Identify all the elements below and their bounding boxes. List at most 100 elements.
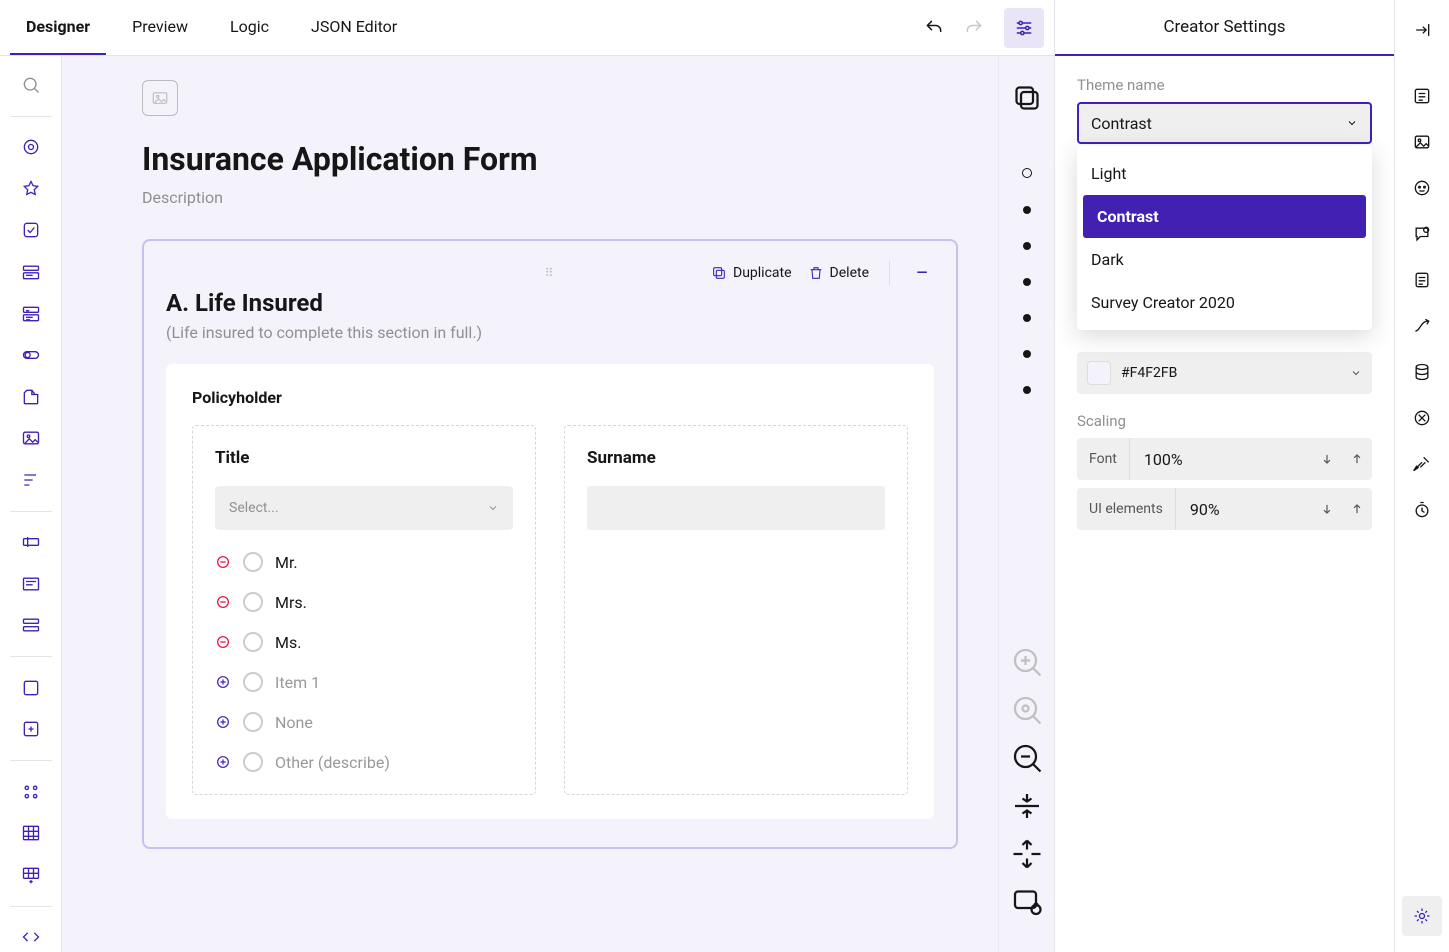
zoom-reset-button[interactable] bbox=[1009, 692, 1045, 728]
option-other[interactable]: Other (describe) bbox=[215, 752, 513, 772]
tab-validation[interactable] bbox=[1402, 398, 1442, 438]
tab-mask[interactable] bbox=[1402, 444, 1442, 484]
toolbox-boolean[interactable] bbox=[13, 340, 49, 370]
theme-name-select[interactable]: Contrast bbox=[1077, 102, 1372, 144]
survey-title[interactable]: Insurance Application Form bbox=[142, 140, 958, 178]
remove-icon[interactable] bbox=[215, 594, 231, 610]
toolbox-file[interactable] bbox=[13, 382, 49, 412]
font-scale-input[interactable]: Font 100% bbox=[1077, 438, 1372, 480]
theme-option-light[interactable]: Light bbox=[1077, 152, 1372, 195]
radio-icon bbox=[243, 632, 263, 652]
add-icon[interactable] bbox=[215, 674, 231, 690]
panel-title[interactable]: A. Life Insured bbox=[166, 289, 934, 317]
question-policyholder[interactable]: Policyholder Title Select... bbox=[166, 364, 934, 819]
page-indicator[interactable] bbox=[1023, 278, 1031, 286]
sub-question-title[interactable]: Title Select... Mr. bbox=[192, 425, 536, 795]
zoom-reset-icon bbox=[1009, 692, 1045, 728]
option-mrs[interactable]: Mrs. bbox=[215, 592, 513, 612]
collapse-button[interactable]: — bbox=[910, 265, 934, 281]
surname-input[interactable] bbox=[587, 486, 885, 530]
option-ms[interactable]: Ms. bbox=[215, 632, 513, 652]
tab-navigation[interactable] bbox=[1402, 260, 1442, 300]
toolbox-matrixdropdown[interactable] bbox=[13, 819, 49, 849]
tab-question[interactable] bbox=[1402, 214, 1442, 254]
tab-general[interactable] bbox=[1402, 76, 1442, 116]
question-label[interactable]: Policyholder bbox=[192, 388, 908, 407]
tab-logo[interactable] bbox=[1402, 122, 1442, 162]
theme-option-contrast[interactable]: Contrast bbox=[1083, 195, 1366, 238]
title-select[interactable]: Select... bbox=[215, 486, 513, 530]
toolbox-html[interactable] bbox=[13, 923, 49, 952]
tab-logic[interactable]: Logic bbox=[214, 0, 285, 55]
ui-scale-up[interactable] bbox=[1342, 488, 1372, 530]
option-new-item[interactable]: Item 1 bbox=[215, 672, 513, 692]
expand-all-button[interactable] bbox=[1009, 836, 1045, 872]
drag-handle-icon[interactable]: ⠿ bbox=[545, 266, 556, 280]
duplicate-button[interactable]: Duplicate bbox=[711, 265, 792, 281]
toolbox-rating[interactable] bbox=[13, 174, 49, 204]
option-label: Item 1 bbox=[275, 673, 320, 692]
add-icon[interactable] bbox=[215, 754, 231, 770]
settings-toggle-button[interactable] bbox=[1004, 8, 1044, 48]
toolbox-ranking[interactable] bbox=[13, 465, 49, 495]
toolbox-radiogroup[interactable] bbox=[13, 132, 49, 162]
panel-life-insured[interactable]: ⠿ Duplicate Delete — A. Life Insured bbox=[142, 239, 958, 849]
ui-scale-down[interactable] bbox=[1312, 488, 1342, 530]
toolbox-matrix[interactable] bbox=[13, 777, 49, 807]
lock-questions-button[interactable] bbox=[1009, 884, 1045, 920]
add-icon[interactable] bbox=[215, 714, 231, 730]
collapse-sidebar-button[interactable] bbox=[1402, 10, 1442, 50]
toolbox-checkbox[interactable] bbox=[13, 216, 49, 246]
tab-json-editor[interactable]: JSON Editor bbox=[295, 0, 413, 55]
delete-button[interactable]: Delete bbox=[808, 265, 869, 281]
remove-icon[interactable] bbox=[215, 554, 231, 570]
toolbox-multipletext[interactable] bbox=[13, 611, 49, 641]
tab-timer[interactable] bbox=[1402, 490, 1442, 530]
toolbox-image-picker[interactable] bbox=[13, 423, 49, 453]
page-indicator-current[interactable] bbox=[1022, 168, 1032, 178]
tab-designer[interactable]: Designer bbox=[10, 0, 106, 55]
remove-icon[interactable] bbox=[215, 634, 231, 650]
tab-conditions[interactable] bbox=[1402, 306, 1442, 346]
toolbox-matrixdynamic[interactable] bbox=[13, 860, 49, 890]
robot-icon bbox=[1412, 178, 1432, 198]
toolbox-paneldynamic[interactable] bbox=[13, 715, 49, 745]
zoom-in-button[interactable] bbox=[1009, 644, 1045, 680]
toolbox-text[interactable] bbox=[13, 527, 49, 557]
survey-description[interactable]: Description bbox=[142, 188, 958, 207]
panel-subtitle[interactable]: (Life insured to complete this section i… bbox=[166, 323, 934, 342]
copy-page-button[interactable] bbox=[1009, 80, 1045, 116]
tab-preview[interactable]: Preview bbox=[116, 0, 204, 55]
option-mr[interactable]: Mr. bbox=[215, 552, 513, 572]
surface-color-input[interactable]: #F4F2FB bbox=[1077, 352, 1372, 394]
settings-title: Creator Settings bbox=[1055, 0, 1394, 56]
toolbox-search[interactable] bbox=[13, 70, 49, 100]
subq-title-label[interactable]: Title bbox=[215, 448, 513, 468]
theme-option-dark[interactable]: Dark bbox=[1077, 238, 1372, 281]
subq-surname-label[interactable]: Surname bbox=[587, 448, 885, 468]
undo-button[interactable] bbox=[914, 8, 954, 48]
toolbox-panel[interactable] bbox=[13, 673, 49, 703]
toolbox-comment[interactable] bbox=[13, 569, 49, 599]
toolbox-dropdown[interactable] bbox=[13, 257, 49, 287]
page-indicator[interactable] bbox=[1023, 386, 1031, 394]
collapse-all-button[interactable] bbox=[1009, 788, 1045, 824]
page-indicator[interactable] bbox=[1023, 350, 1031, 358]
theme-option-sc2020[interactable]: Survey Creator 2020 bbox=[1077, 281, 1372, 324]
page-indicator[interactable] bbox=[1023, 314, 1031, 322]
page-indicator[interactable] bbox=[1023, 206, 1031, 214]
tab-pages[interactable] bbox=[1402, 168, 1442, 208]
option-none[interactable]: None bbox=[215, 712, 513, 732]
redo-button[interactable] bbox=[954, 8, 994, 48]
toolbox-tagbox[interactable] bbox=[13, 299, 49, 329]
font-scale-down[interactable] bbox=[1312, 438, 1342, 480]
tab-creator-settings[interactable] bbox=[1402, 896, 1442, 936]
ui-scale-input[interactable]: UI elements 90% bbox=[1077, 488, 1372, 530]
zoom-out-button[interactable] bbox=[1009, 740, 1045, 776]
logo-placeholder[interactable] bbox=[142, 80, 178, 116]
tab-data[interactable] bbox=[1402, 352, 1442, 392]
font-scale-up[interactable] bbox=[1342, 438, 1372, 480]
page-indicator[interactable] bbox=[1023, 242, 1031, 250]
sub-question-surname[interactable]: Surname bbox=[564, 425, 908, 795]
design-canvas[interactable]: Insurance Application Form Description ⠿… bbox=[62, 56, 998, 952]
